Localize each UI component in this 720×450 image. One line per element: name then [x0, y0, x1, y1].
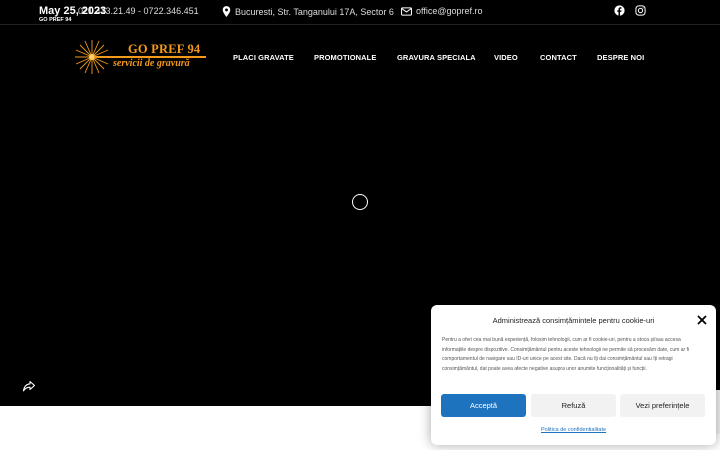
logo-title: GO PREF 94 [128, 42, 201, 56]
close-icon[interactable] [697, 315, 707, 325]
top-bar: 021.413.21.49 - 0722.346.451 May 25, 202… [0, 0, 720, 24]
address-contact[interactable]: Bucuresti, Str. Tanganului 17A, Sector 6 [222, 6, 394, 17]
deny-button[interactable]: Refuză [531, 394, 616, 417]
page: 021.413.21.49 - 0722.346.451 May 25, 202… [0, 0, 720, 450]
email-text: office@gopref.ro [416, 6, 483, 16]
instagram-icon[interactable] [635, 5, 646, 16]
loading-spinner-icon [352, 194, 368, 210]
email-contact[interactable]: office@gopref.ro [401, 6, 483, 16]
cookie-consent-dialog: Administrează consimțămintele pentru coo… [431, 305, 716, 445]
cookie-description: Pentru a oferi cea mai bună experiență, … [442, 337, 690, 372]
nav-gravura-speciala[interactable]: GRAVURA SPECIALA [397, 53, 476, 62]
accept-button[interactable]: Acceptă [441, 394, 526, 417]
share-icon[interactable] [22, 379, 36, 393]
date-label: May 25, 2023 [39, 5, 107, 17]
nav-despre-noi[interactable]: DESPRE NOI [597, 53, 644, 62]
preferences-button[interactable]: Vezi preferințele [620, 394, 705, 417]
facebook-icon[interactable] [614, 5, 625, 16]
site-logo[interactable]: GO PREF 94 servicii de gravură [72, 38, 212, 76]
date-sublabel: GO PREF 94 [39, 17, 72, 23]
site-header: GO PREF 94 servicii de gravură PLACI GRA… [0, 24, 720, 84]
nav-promotionale[interactable]: PROMOTIONALE [314, 53, 376, 62]
nav-contact[interactable]: CONTACT [540, 53, 577, 62]
nav-video[interactable]: VIDEO [494, 53, 518, 62]
cookie-title: Administrează consimțămintele pentru coo… [492, 316, 655, 325]
privacy-policy-link[interactable]: Politica de confidentialitate [431, 427, 716, 433]
address-text: Bucuresti, Str. Tanganului 17A, Sector 6 [235, 6, 394, 17]
nav-placi-gravate[interactable]: PLACI GRAVATE [233, 53, 294, 62]
envelope-icon [401, 6, 412, 16]
logo-subtitle: servicii de gravură [113, 58, 190, 69]
location-pin-icon [222, 6, 231, 17]
